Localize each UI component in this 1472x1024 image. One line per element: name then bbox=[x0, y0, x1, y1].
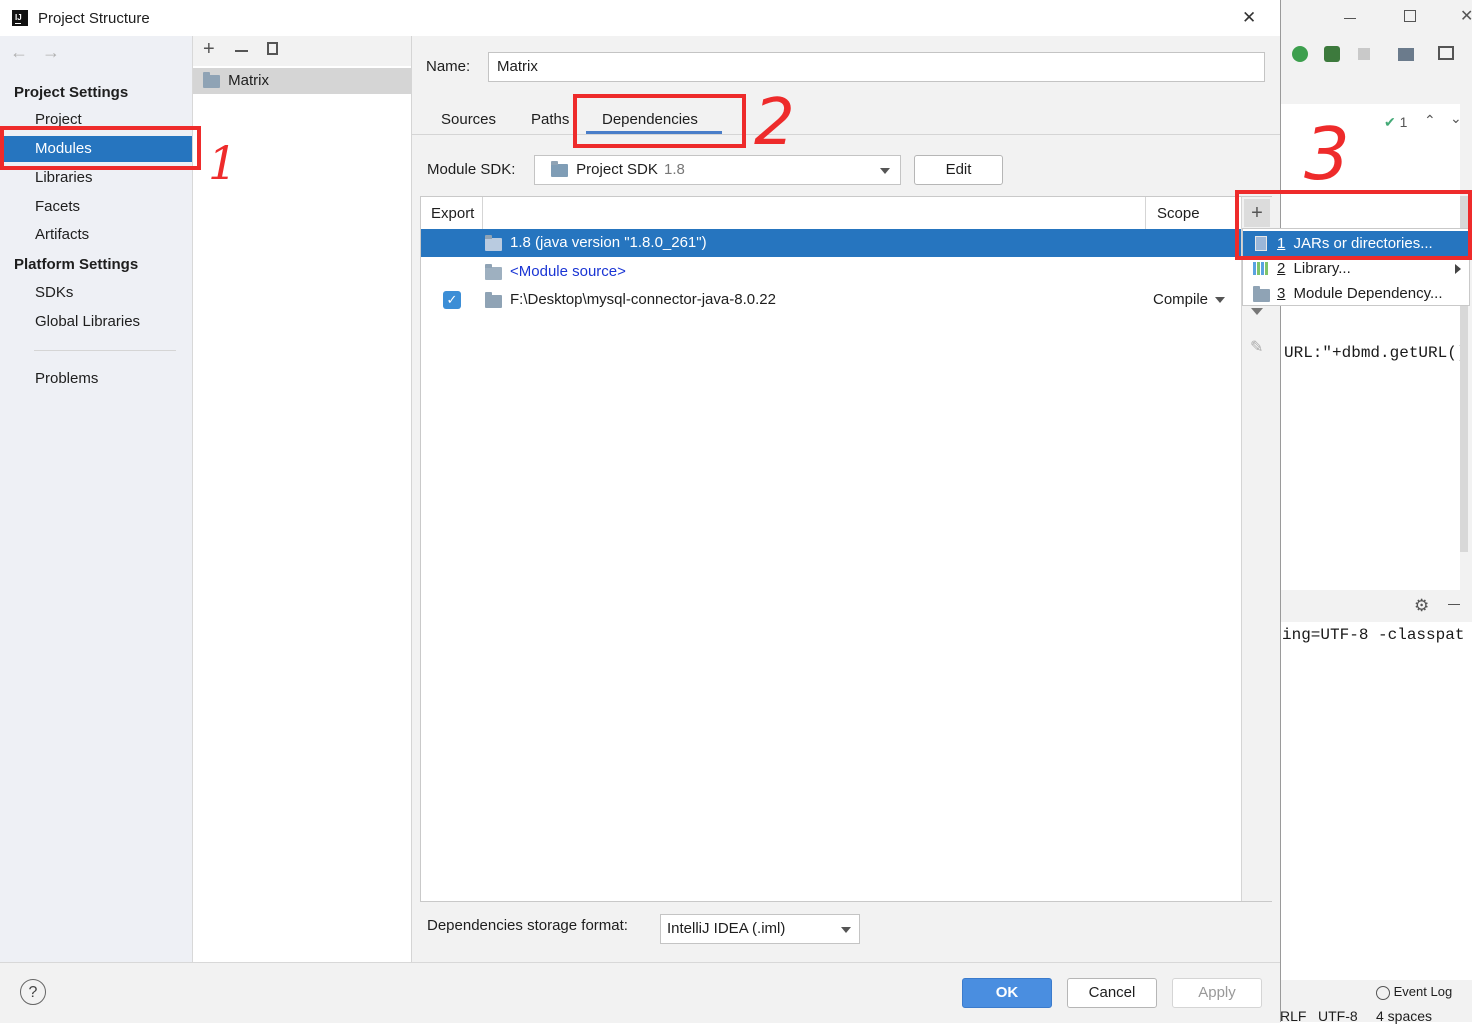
submenu-arrow-icon bbox=[1455, 264, 1461, 274]
event-log-icon bbox=[1376, 985, 1390, 1000]
scope-value: Compile bbox=[1153, 291, 1209, 308]
chevron-up-icon[interactable]: ⌃ bbox=[1424, 112, 1436, 129]
module-sdk-dropdown[interactable]: Project SDK 1.8 bbox=[534, 155, 901, 185]
intellij-logo-icon: IJ bbox=[12, 10, 28, 26]
remove-icon[interactable] bbox=[235, 50, 248, 52]
storage-format-label: Dependencies storage format: bbox=[427, 917, 628, 934]
copy-icon[interactable] bbox=[267, 42, 278, 55]
dialog-title: Project Structure bbox=[38, 10, 150, 27]
debug-icon[interactable] bbox=[1292, 46, 1308, 62]
restore-icon[interactable] bbox=[1404, 10, 1416, 22]
platform-settings-heading: Platform Settings bbox=[14, 256, 139, 273]
checkmark-icon: ✔ bbox=[1384, 114, 1396, 130]
module-source-folder-icon bbox=[485, 264, 502, 280]
apply-button[interactable]: Apply bbox=[1172, 978, 1262, 1008]
tabs-divider bbox=[412, 134, 1280, 135]
dependencies-table: Export Scope 1.8 (java version "1.8.0_26… bbox=[420, 196, 1272, 902]
name-label: Name: bbox=[426, 58, 471, 75]
annotation-box-dependencies-tab bbox=[573, 94, 746, 148]
console-line: ing=UTF-8 -classpat bbox=[1282, 626, 1465, 644]
add-icon[interactable]: + bbox=[203, 38, 215, 61]
export-column-header[interactable]: Export bbox=[431, 205, 474, 222]
menu-item-module-dependency[interactable]: 3 Module Dependency... bbox=[1243, 281, 1471, 306]
sidebar-item-global-libraries[interactable]: Global Libraries bbox=[0, 309, 192, 335]
sdk-folder-icon bbox=[551, 160, 568, 177]
jar-folder-icon bbox=[485, 292, 502, 308]
sidebar-item-artifacts[interactable]: Artifacts bbox=[0, 222, 192, 248]
name-input[interactable]: Matrix bbox=[488, 52, 1265, 82]
dependency-name: <Module source> bbox=[510, 263, 626, 280]
module-row-matrix[interactable]: Matrix bbox=[193, 68, 411, 94]
table-row[interactable]: ✓ F:\Desktop\mysql-connector-java-8.0.22… bbox=[421, 286, 1241, 314]
dependency-name: 1.8 (java version "1.8.0_261") bbox=[510, 234, 707, 251]
library-icon bbox=[1253, 262, 1269, 275]
edit-pencil-icon[interactable]: ✎ bbox=[1250, 337, 1263, 357]
tab-sources[interactable]: Sources bbox=[441, 108, 496, 132]
sidebar-item-sdks[interactable]: SDKs bbox=[0, 280, 192, 306]
storage-format-dropdown[interactable]: IntelliJ IDEA (.iml) bbox=[660, 914, 860, 944]
table-row[interactable]: <Module source> bbox=[421, 258, 1241, 286]
table-row[interactable]: 1.8 (java version "1.8.0_261") bbox=[421, 229, 1241, 257]
edit-button[interactable]: Edit bbox=[914, 155, 1003, 185]
scope-dropdown[interactable]: Compile bbox=[1153, 286, 1226, 314]
dropdown-arrow-icon bbox=[841, 927, 851, 933]
stop-icon[interactable] bbox=[1358, 48, 1370, 60]
dropdown-arrow-icon bbox=[880, 168, 890, 174]
dropdown-arrow-icon bbox=[1215, 297, 1226, 304]
module-folder-icon bbox=[203, 71, 220, 88]
window-close-icon[interactable]: ✕ bbox=[1460, 6, 1472, 26]
event-log-button[interactable]: Event Log bbox=[1376, 984, 1452, 1000]
annotation-box-modules bbox=[0, 126, 201, 170]
project-settings-heading: Project Settings bbox=[14, 84, 129, 101]
close-icon[interactable]: ✕ bbox=[1242, 8, 1256, 28]
back-arrow-icon[interactable]: ← bbox=[10, 42, 28, 63]
annotation-box-add-menu bbox=[1235, 190, 1472, 260]
storage-format-value: IntelliJ IDEA (.iml) bbox=[667, 920, 786, 937]
dependency-name: F:\Desktop\mysql-connector-java-8.0.22 bbox=[510, 291, 776, 308]
annotation-marker-1: 1 bbox=[208, 136, 238, 190]
scope-column-header[interactable]: Scope bbox=[1157, 205, 1200, 222]
settings-sidebar: ← → Project Settings Project Modules Lib… bbox=[0, 36, 193, 962]
annotation-marker-3: 3 bbox=[1304, 112, 1350, 196]
coverage-icon[interactable] bbox=[1324, 46, 1340, 62]
module-dependency-icon bbox=[1253, 286, 1270, 302]
forward-arrow-icon[interactable]: → bbox=[42, 42, 60, 63]
module-sdk-value: Project SDK bbox=[576, 161, 658, 178]
code-line: URL:"+dbmd.getURL() bbox=[1284, 344, 1467, 362]
move-down-icon[interactable] bbox=[1251, 308, 1263, 315]
hide-panel-icon[interactable] bbox=[1448, 604, 1460, 605]
problems-indicator[interactable]: ✔ 1 bbox=[1384, 114, 1407, 131]
name-input-value: Matrix bbox=[497, 58, 538, 75]
project-structure-icon[interactable] bbox=[1398, 48, 1414, 61]
module-sdk-version: 1.8 bbox=[664, 161, 685, 178]
title-bar: IJ Project Structure ✕ bbox=[0, 0, 1280, 36]
status-bar: RLF UTF-8 4 spaces bbox=[1280, 1008, 1472, 1024]
cancel-button[interactable]: Cancel bbox=[1067, 978, 1157, 1008]
module-sdk-label: Module SDK: bbox=[427, 161, 516, 178]
sidebar-item-problems[interactable]: Problems bbox=[0, 366, 192, 392]
dialog-footer: ? OK Cancel Apply bbox=[0, 962, 1280, 1023]
sidebar-divider bbox=[34, 350, 176, 351]
annotation-marker-2: 2 bbox=[754, 86, 795, 160]
run-window-icon[interactable] bbox=[1438, 46, 1454, 60]
table-header: Export Scope bbox=[421, 197, 1241, 230]
sidebar-item-facets[interactable]: Facets bbox=[0, 194, 192, 220]
help-button[interactable]: ? bbox=[20, 979, 46, 1005]
chevron-down-icon[interactable]: ⌄ bbox=[1450, 110, 1462, 127]
run-console[interactable]: ing=UTF-8 -classpat bbox=[1280, 622, 1472, 980]
module-settings: Name: Matrix Sources Paths Dependencies … bbox=[412, 36, 1280, 962]
ok-button[interactable]: OK bbox=[962, 978, 1052, 1008]
settings-gear-icon[interactable]: ⚙ bbox=[1414, 596, 1429, 616]
export-checkbox[interactable]: ✓ bbox=[443, 291, 461, 309]
module-name: Matrix bbox=[228, 72, 270, 89]
toolbar: + bbox=[193, 36, 411, 66]
column-divider bbox=[1145, 197, 1146, 229]
jdk-folder-icon bbox=[485, 235, 502, 251]
column-divider bbox=[482, 197, 483, 229]
tab-paths[interactable]: Paths bbox=[531, 108, 569, 132]
minimize-icon[interactable] bbox=[1344, 8, 1358, 28]
